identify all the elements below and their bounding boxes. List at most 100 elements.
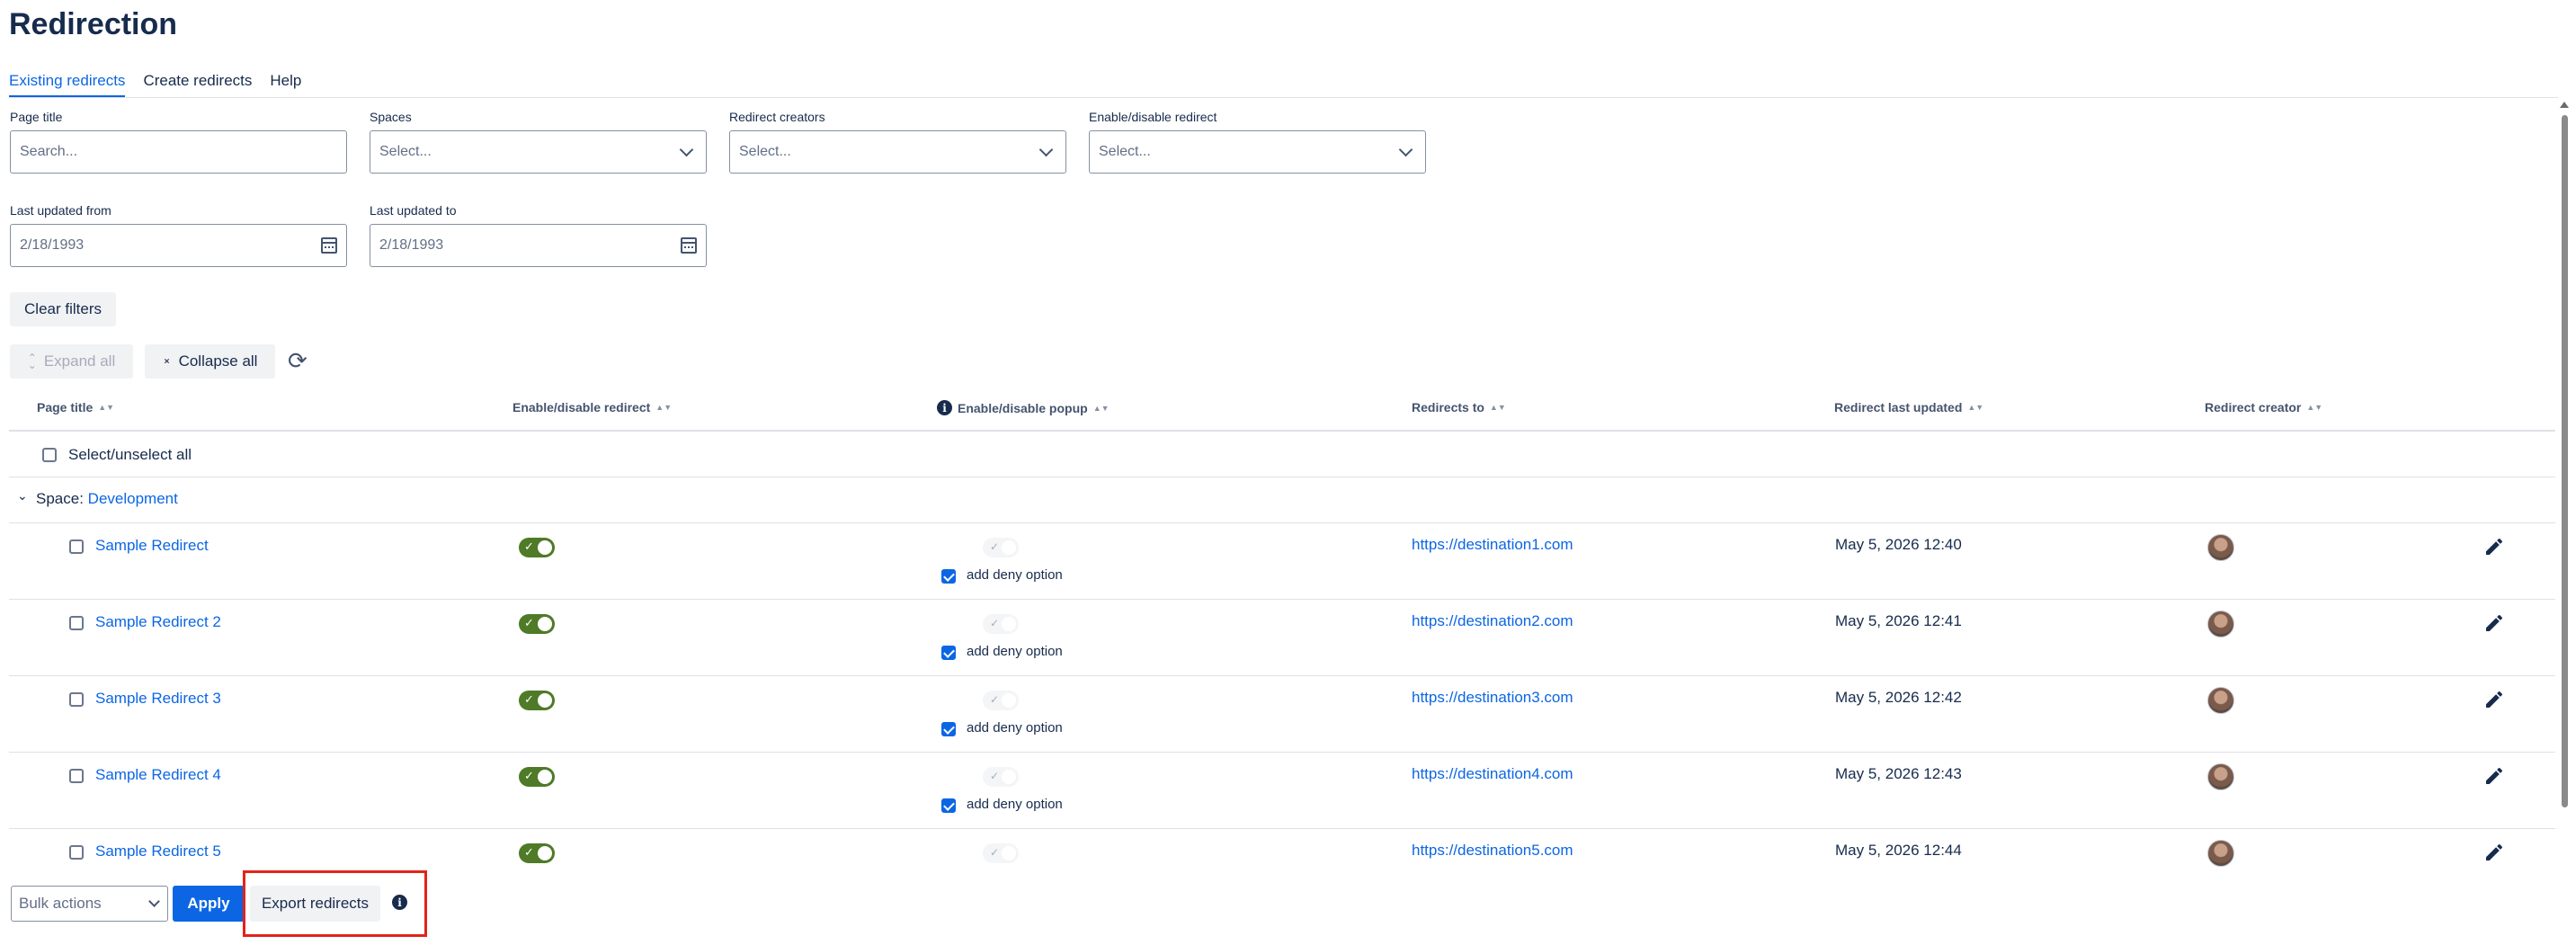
- sort-icon: ▲▼: [2306, 403, 2323, 412]
- edit-pencil-icon[interactable]: [2483, 765, 2505, 787]
- highlight-box: [243, 870, 427, 937]
- last-updated-from-date-input[interactable]: 2/18/1993: [10, 224, 347, 267]
- scroll-up-arrow-icon[interactable]: [2560, 102, 2569, 108]
- calendar-icon[interactable]: [321, 237, 337, 254]
- row-divider: [9, 522, 2555, 523]
- popup-toggle[interactable]: [983, 767, 1019, 787]
- sort-icon: ▲▼: [1967, 403, 1984, 412]
- calendar-icon[interactable]: [681, 237, 697, 254]
- chevron-down-icon: [679, 142, 694, 156]
- deny-option-checkbox[interactable]: [941, 722, 956, 736]
- edit-pencil-icon[interactable]: [2483, 536, 2505, 557]
- row-checkbox[interactable]: [69, 539, 84, 554]
- creator-avatar[interactable]: [2207, 534, 2234, 561]
- creator-avatar[interactable]: [2207, 611, 2234, 637]
- collapse-all-button[interactable]: ⌄ ⌃ Collapse all: [145, 344, 275, 379]
- tab-existing-redirects[interactable]: Existing redirects: [9, 72, 126, 97]
- row-divider: [9, 675, 2555, 676]
- last-updated-value: May 5, 2026 12:41: [1835, 612, 1962, 629]
- enable-disable-select[interactable]: Select...: [1089, 130, 1426, 174]
- row-divider: [9, 752, 2555, 753]
- select-all-checkbox[interactable]: [42, 448, 57, 462]
- redirect-toggle[interactable]: [519, 843, 555, 863]
- redirect-title-link[interactable]: Sample Redirect 2: [95, 613, 221, 631]
- redirect-creators-select[interactable]: Select...: [729, 130, 1066, 174]
- tabs-divider: [9, 97, 2558, 98]
- expand-all-button[interactable]: ⌃ ⌄ Expand all: [10, 344, 133, 379]
- chevron-down-icon: [148, 895, 160, 907]
- last-updated-value: May 5, 2026 12:43: [1835, 765, 1962, 782]
- sort-icon: ▲▼: [1489, 403, 1506, 412]
- last-updated-value: May 5, 2026 12:40: [1835, 536, 1962, 553]
- edit-pencil-icon[interactable]: [2483, 612, 2505, 634]
- deny-option-checkbox[interactable]: [941, 569, 956, 584]
- chevron-down-icon: [1038, 142, 1054, 156]
- deny-option-label: add deny option: [967, 644, 1063, 659]
- spaces-filter-label: Spaces: [370, 110, 412, 124]
- row-checkbox[interactable]: [69, 616, 84, 630]
- column-header-enable-disable-redirect[interactable]: Enable/disable redirect ▲▼: [513, 400, 672, 415]
- bulk-actions-select[interactable]: Bulk actions: [11, 886, 168, 922]
- last-updated-to-date-input[interactable]: 2/18/1993: [370, 224, 707, 267]
- row-divider: [9, 599, 2555, 600]
- row-divider: [9, 828, 2555, 829]
- info-icon[interactable]: i: [937, 400, 952, 415]
- creator-avatar[interactable]: [2207, 687, 2234, 714]
- column-header-redirect-creator[interactable]: Redirect creator ▲▼: [2205, 400, 2322, 415]
- redirect-title-link[interactable]: Sample Redirect 4: [95, 766, 221, 784]
- edit-pencil-icon[interactable]: [2483, 689, 2505, 710]
- group-collapse-chevron-icon[interactable]: ⌄: [17, 488, 28, 504]
- row-checkbox[interactable]: [69, 692, 84, 707]
- tab-help[interactable]: Help: [270, 72, 301, 97]
- table-header-divider: [9, 430, 2555, 432]
- destination-link[interactable]: https://destination1.com: [1412, 536, 1573, 554]
- destination-link[interactable]: https://destination5.com: [1412, 842, 1573, 860]
- deny-option-checkbox[interactable]: [941, 646, 956, 660]
- popup-toggle[interactable]: [983, 614, 1019, 634]
- redirect-toggle[interactable]: [519, 538, 555, 557]
- last-updated-to-label: Last updated to: [370, 203, 457, 218]
- row-checkbox[interactable]: [69, 845, 84, 860]
- redirect-title-link[interactable]: Sample Redirect 3: [95, 690, 221, 708]
- tab-bar: Existing redirects Create redirects Help: [9, 72, 301, 97]
- destination-link[interactable]: https://destination4.com: [1412, 765, 1573, 783]
- column-header-enable-disable-popup[interactable]: i Enable/disable popup ▲▼: [937, 400, 1110, 415]
- deny-option-checkbox[interactable]: [941, 798, 956, 813]
- page-title-filter-label: Page title: [10, 110, 63, 124]
- popup-toggle[interactable]: [983, 538, 1019, 557]
- last-updated-from-label: Last updated from: [10, 203, 111, 218]
- column-header-redirect-last-updated[interactable]: Redirect last updated ▲▼: [1834, 400, 1983, 415]
- creator-avatar[interactable]: [2207, 763, 2234, 790]
- redirect-toggle[interactable]: [519, 691, 555, 710]
- destination-link[interactable]: https://destination3.com: [1412, 689, 1573, 707]
- apply-button[interactable]: Apply: [173, 886, 245, 922]
- popup-toggle[interactable]: [983, 691, 1019, 710]
- redirect-toggle[interactable]: [519, 614, 555, 634]
- clear-filters-button[interactable]: Clear filters: [10, 292, 116, 326]
- spaces-select[interactable]: Select...: [370, 130, 707, 174]
- last-updated-value: May 5, 2026 12:42: [1835, 689, 1962, 706]
- refresh-icon[interactable]: ⟳: [288, 347, 308, 375]
- last-updated-value: May 5, 2026 12:44: [1835, 842, 1962, 859]
- creator-avatar[interactable]: [2207, 840, 2234, 867]
- redirect-toggle[interactable]: [519, 767, 555, 787]
- expand-icon: ⌃ ⌄: [27, 352, 37, 371]
- popup-toggle[interactable]: [983, 843, 1019, 863]
- edit-pencil-icon[interactable]: [2483, 842, 2505, 863]
- space-link[interactable]: Development: [88, 490, 178, 507]
- redirect-title-link[interactable]: Sample Redirect: [95, 537, 209, 555]
- enable-disable-filter-label: Enable/disable redirect: [1089, 110, 1217, 124]
- sort-icon: ▲▼: [1092, 403, 1110, 413]
- scrollbar-thumb[interactable]: [2562, 115, 2568, 807]
- sort-icon: ▲▼: [98, 403, 115, 412]
- page-title-search-input[interactable]: Search...: [10, 130, 347, 174]
- deny-option-label: add deny option: [967, 567, 1063, 583]
- space-group-header: Space: Development: [36, 490, 178, 507]
- destination-link[interactable]: https://destination2.com: [1412, 612, 1573, 630]
- deny-option-label: add deny option: [967, 797, 1063, 812]
- redirect-title-link[interactable]: Sample Redirect 5: [95, 842, 221, 860]
- column-header-redirects-to[interactable]: Redirects to ▲▼: [1412, 400, 1506, 415]
- tab-create-redirects[interactable]: Create redirects: [143, 72, 252, 97]
- row-checkbox[interactable]: [69, 769, 84, 783]
- column-header-page-title[interactable]: Page title ▲▼: [37, 400, 114, 415]
